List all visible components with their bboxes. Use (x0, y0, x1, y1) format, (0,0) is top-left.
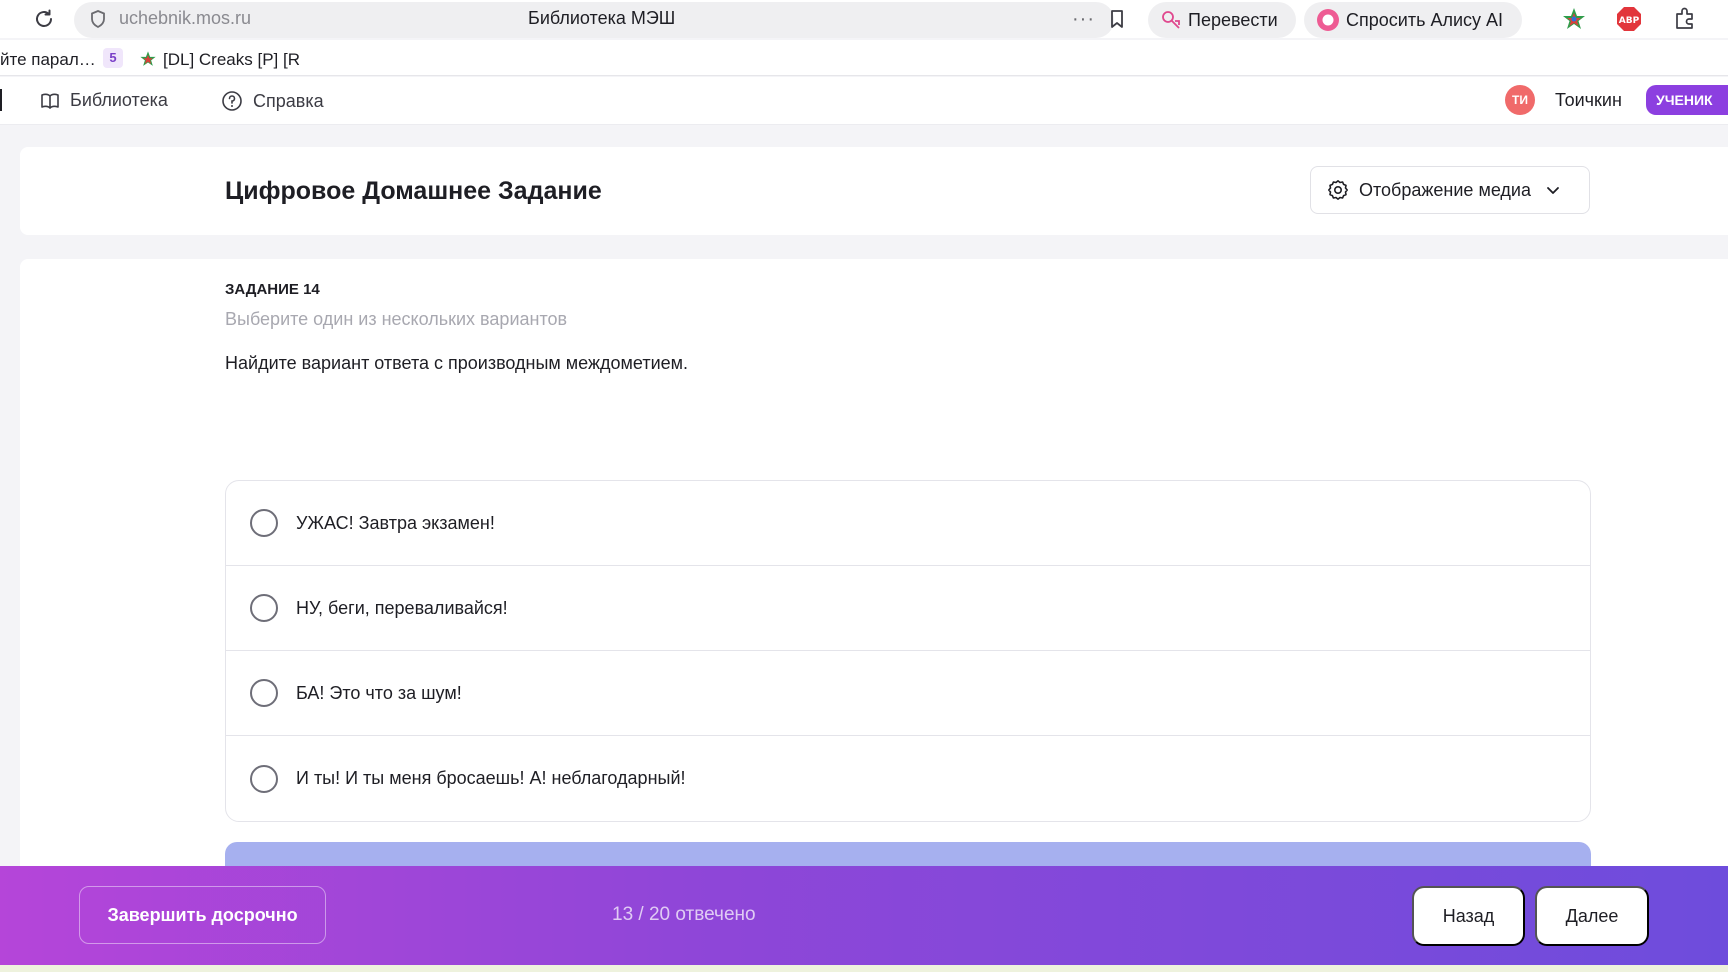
task-question: Найдите вариант ответа с производным меж… (225, 353, 689, 373)
finish-early-button[interactable]: Завершить досрочно (79, 886, 326, 944)
app-header: Библиотека Справка ТИ Тоичкин УЧЕНИК (0, 77, 1728, 125)
book-icon (41, 93, 59, 109)
bookmark-star-icon (140, 51, 156, 66)
answer-option[interactable]: БА! Это что за шум! (226, 651, 1590, 736)
extensions-icon[interactable] (1672, 6, 1698, 32)
progress-counter: 13 / 20 отвечено (612, 904, 756, 925)
translate-label: Перевести (1188, 9, 1278, 30)
task-hint: Выберите один из нескольких вариантов (225, 309, 568, 329)
radio-button[interactable] (250, 594, 278, 622)
nav-library[interactable]: Библиотека (40, 90, 168, 111)
more-icon[interactable]: ··· (1072, 8, 1095, 31)
answer-option[interactable]: НУ, беги, переваливайся! (226, 566, 1590, 651)
nav-help-label: Справка (253, 90, 324, 111)
answer-option-label: УЖАС! Завтра экзамен! (296, 512, 495, 533)
nav-library-label: Библиотека (70, 90, 168, 110)
next-button[interactable]: Далее (1535, 886, 1649, 946)
answer-option[interactable]: И ты! И ты меня бросаешь! А! неблагодарн… (226, 736, 1590, 821)
bottom-action-bar: Завершить досрочно 13 / 20 отвечено Наза… (0, 866, 1728, 965)
bookmark-item[interactable]: йте парал… (0, 50, 96, 70)
bookmark-item[interactable]: [DL] Creaks [P] [R (163, 50, 300, 70)
title-card: Цифровое Домашнее Задание Отображение ме… (20, 147, 1728, 235)
avatar[interactable]: ТИ (1505, 85, 1535, 115)
svg-text:ABP: ABP (1619, 16, 1640, 26)
adblock-icon[interactable]: ABP (1616, 6, 1642, 32)
radio-button[interactable] (250, 764, 278, 793)
reload-icon[interactable] (32, 7, 56, 31)
tab-title: Библиотека МЭШ (528, 8, 676, 28)
extension-star-icon[interactable] (1561, 6, 1587, 32)
radio-button[interactable] (250, 679, 278, 707)
media-display-dropdown[interactable]: Отображение медиа (1310, 166, 1590, 214)
bookmark-badge[interactable]: 5 (103, 48, 123, 68)
translate-button[interactable]: Перевести (1148, 2, 1296, 38)
answer-option-label: И ты! И ты меня бросаешь! А! неблагодарн… (296, 768, 686, 788)
bottom-strip (0, 965, 1728, 972)
radio-button[interactable] (250, 509, 278, 537)
back-button[interactable]: Назад (1412, 886, 1525, 946)
browser-toolbar: uchebnik.mos.ru Библиотека МЭШ ··· Перев… (0, 0, 1728, 38)
answer-option[interactable]: УЖАС! Завтра экзамен! (226, 481, 1590, 566)
bookmarks-bar: йте парал… 5 [DL] Creaks [P] [R (0, 40, 1728, 76)
chevron-down-icon (1547, 187, 1559, 194)
url-text[interactable]: uchebnik.mos.ru (119, 8, 251, 29)
translate-icon (1162, 11, 1180, 29)
role-badge: УЧЕНИК (1646, 85, 1728, 115)
alice-icon (1317, 9, 1339, 31)
user-name[interactable]: Тоичкин (1555, 90, 1622, 111)
nav-help[interactable]: Справка (221, 90, 324, 112)
media-display-label: Отображение медиа (1359, 179, 1532, 200)
task-card: ЗАДАНИЕ 14 Выберите один из нескольких в… (20, 259, 1728, 899)
task-number: ЗАДАНИЕ 14 (225, 281, 320, 298)
bookmark-icon[interactable] (1106, 8, 1128, 30)
answer-option-label: НУ, беги, переваливайся! (296, 597, 508, 618)
answer-options: УЖАС! Завтра экзамен! НУ, беги, перевали… (225, 480, 1591, 822)
header-divider (0, 89, 2, 111)
help-icon (222, 91, 242, 111)
alice-label: Спросить Алису AI (1346, 9, 1504, 30)
answer-option-label: БА! Это что за шум! (296, 682, 462, 703)
gear-icon (1328, 180, 1348, 200)
shield-icon[interactable] (88, 9, 108, 29)
page-title: Цифровое Домашнее Задание (225, 177, 602, 205)
ask-alice-button[interactable]: Спросить Алису AI (1304, 2, 1522, 38)
